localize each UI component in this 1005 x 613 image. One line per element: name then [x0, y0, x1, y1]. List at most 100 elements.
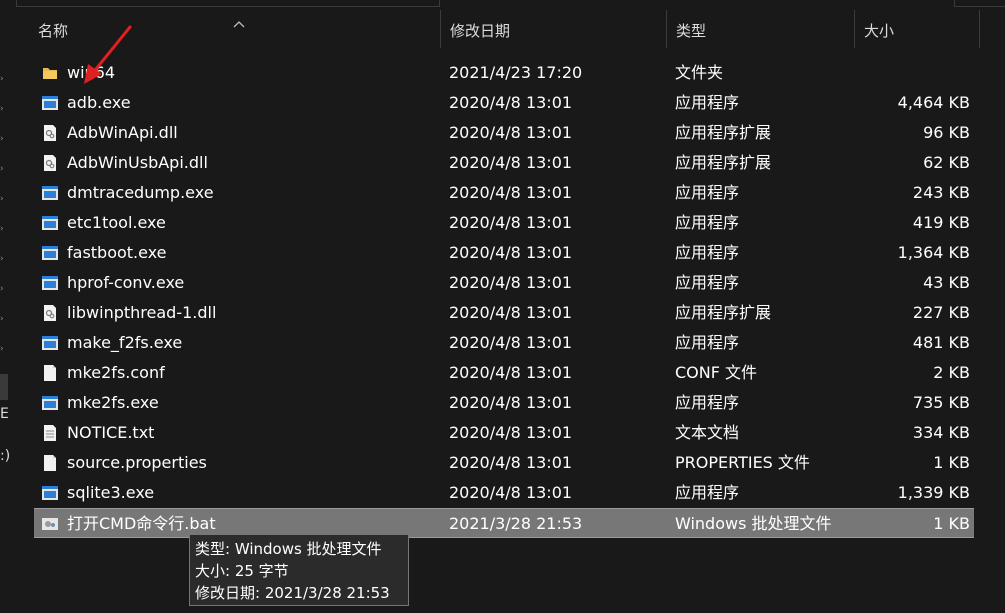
- file-name: AdbWinUsbApi.dll: [67, 153, 208, 172]
- nav-expand-chevron-icon[interactable]: ›: [0, 314, 6, 324]
- file-modified: 2021/4/23 17:20: [449, 63, 583, 82]
- nav-selected-item[interactable]: [0, 374, 8, 400]
- file-row[interactable]: mke2fs.conf 2020/4/8 13:01 CONF 文件 2 KB: [34, 358, 974, 388]
- file-modified: 2020/4/8 13:01: [449, 243, 573, 262]
- file-type: 应用程序: [675, 333, 740, 352]
- top-toolbar-edge: [16, 0, 440, 7]
- file-row[interactable]: 打开CMD命令行.bat 2021/3/28 21:53 Windows 批处理文件…: [34, 508, 974, 538]
- file-name: etc1tool.exe: [67, 213, 166, 232]
- file-info-tooltip: 类型: Windows 批处理文件 大小: 25 字节 修改日期: 2021/3…: [189, 534, 409, 606]
- file-modified: 2020/4/8 13:01: [449, 93, 573, 112]
- file-size: 227 KB: [912, 303, 970, 322]
- file-row[interactable]: sqlite3.exe 2020/4/8 13:01 应用程序 1,339 KB: [34, 478, 974, 508]
- file-type: 应用程序: [675, 183, 740, 202]
- tooltip-modified: 修改日期: 2021/3/28 21:53: [195, 584, 390, 602]
- nav-expand-chevron-icon[interactable]: ›: [0, 224, 6, 234]
- file-explorer-window: E :) ›››››››››› 名称 修改日期 类型 大小 win642021/…: [0, 0, 1005, 613]
- file-type: 应用程序扩展: [675, 123, 772, 142]
- file-row[interactable]: NOTICE.txt 2020/4/8 13:01 文本文档 334 KB: [34, 418, 974, 448]
- file-type: Windows 批处理文件: [675, 514, 832, 533]
- file-type: 应用程序: [675, 93, 740, 112]
- file-name: AdbWinApi.dll: [67, 123, 178, 142]
- file-type: 文件夹: [675, 63, 724, 82]
- search-box-edge[interactable]: [954, 0, 1005, 7]
- column-header-modified[interactable]: 修改日期: [440, 10, 666, 48]
- nav-expand-chevron-icon[interactable]: ›: [0, 194, 6, 204]
- file-name: make_f2fs.exe: [67, 333, 183, 352]
- file-row[interactable]: mke2fs.exe 2020/4/8 13:01 应用程序 735 KB: [34, 388, 974, 418]
- file-type: 应用程序扩展: [675, 303, 772, 322]
- nav-expand-chevron-icon[interactable]: ›: [0, 74, 6, 84]
- file-name: mke2fs.exe: [67, 393, 159, 412]
- file-modified: 2020/4/8 13:01: [449, 333, 573, 352]
- nav-expand-chevron-icon[interactable]: ›: [0, 284, 6, 294]
- file-row[interactable]: win642021/4/23 17:20文件夹: [34, 58, 974, 88]
- file-modified: 2020/4/8 13:01: [449, 423, 573, 442]
- file-row[interactable]: AdbWinApi.dll 2020/4/8 13:01 应用程序扩展 96 KB: [34, 118, 974, 148]
- file-modified: 2020/4/8 13:01: [449, 363, 573, 382]
- file-modified: 2020/4/8 13:01: [449, 123, 573, 142]
- file-size: 735 KB: [912, 393, 970, 412]
- file-row[interactable]: make_f2fs.exe 2020/4/8 13:01 应用程序 481 KB: [34, 328, 974, 358]
- tooltip-size: 大小: 25 字节: [195, 562, 289, 580]
- column-header-type[interactable]: 类型: [666, 10, 854, 48]
- file-size: 4,464 KB: [897, 93, 970, 112]
- file-name: source.properties: [67, 453, 207, 472]
- file-name: libwinpthread-1.dll: [67, 303, 217, 322]
- navigation-pane[interactable]: E :) › › › › › › › › › ›: [0, 0, 14, 613]
- nav-expand-chevron-icon[interactable]: ›: [0, 254, 6, 264]
- file-name: hprof-conv.exe: [67, 273, 185, 292]
- nav-expand-chevron-icon[interactable]: ›: [0, 104, 6, 114]
- file-name: fastboot.exe: [67, 243, 167, 262]
- file-size: 481 KB: [912, 333, 970, 352]
- nav-item-fragment[interactable]: :): [0, 448, 10, 464]
- file-size: 62 KB: [923, 153, 970, 172]
- file-type: CONF 文件: [675, 363, 758, 382]
- file-row[interactable]: etc1tool.exe 2020/4/8 13:01 应用程序 419 KB: [34, 208, 974, 238]
- file-type: 应用程序: [675, 393, 740, 412]
- file-row[interactable]: AdbWinUsbApi.dll 2020/4/8 13:01 应用程序扩展 62 K…: [34, 148, 974, 178]
- file-row[interactable]: hprof-conv.exe 2020/4/8 13:01 应用程序 43 KB: [34, 268, 974, 298]
- file-modified: 2020/4/8 13:01: [449, 273, 573, 292]
- file-size: 43 KB: [923, 273, 970, 292]
- file-row[interactable]: adb.exe 2020/4/8 13:01 应用程序 4,464 KB: [34, 88, 974, 118]
- file-type: 文本文档: [675, 423, 740, 442]
- file-modified: 2021/3/28 21:53: [449, 514, 583, 533]
- file-type: 应用程序: [675, 273, 740, 292]
- nav-expand-chevron-icon[interactable]: ›: [0, 164, 6, 174]
- tooltip-type: 类型: Windows 批处理文件: [195, 540, 382, 558]
- file-row[interactable]: dmtracedump.exe 2020/4/8 13:01 应用程序 243 KB: [34, 178, 974, 208]
- file-modified: 2020/4/8 13:01: [449, 303, 573, 322]
- file-row[interactable]: libwinpthread-1.dll 2020/4/8 13:01 应用程序扩展 2…: [34, 298, 974, 328]
- file-modified: 2020/4/8 13:01: [449, 483, 573, 502]
- file-modified: 2020/4/8 13:01: [449, 153, 573, 172]
- file-size: 1 KB: [933, 453, 970, 472]
- annotation-arrow-icon: [84, 25, 132, 84]
- file-name: mke2fs.conf: [67, 363, 165, 382]
- file-size: 96 KB: [923, 123, 970, 142]
- file-name: adb.exe: [67, 93, 131, 112]
- column-header: 名称 修改日期 类型 大小: [14, 10, 980, 48]
- file-type: PROPERTIES 文件: [675, 453, 810, 472]
- file-modified: 2020/4/8 13:01: [449, 393, 573, 412]
- file-size: 1 KB: [933, 514, 970, 533]
- file-size: 243 KB: [912, 183, 970, 202]
- file-name: dmtracedump.exe: [67, 183, 214, 202]
- column-header-size[interactable]: 大小: [854, 10, 979, 48]
- nav-expand-chevron-icon[interactable]: ›: [0, 344, 6, 354]
- file-size: 334 KB: [912, 423, 970, 442]
- file-modified: 2020/4/8 13:01: [449, 213, 573, 232]
- file-type: 应用程序: [675, 483, 740, 502]
- column-divider[interactable]: [979, 10, 980, 48]
- file-size: 1,339 KB: [897, 483, 970, 502]
- file-row[interactable]: fastboot.exe 2020/4/8 13:01 应用程序 1,364 KB: [34, 238, 974, 268]
- file-size: 1,364 KB: [897, 243, 970, 262]
- file-name: NOTICE.txt: [67, 423, 155, 442]
- file-row[interactable]: source.properties 2020/4/8 13:01 PROPERTIE…: [34, 448, 974, 478]
- nav-item-fragment[interactable]: E: [0, 406, 9, 422]
- file-type: 应用程序: [675, 243, 740, 262]
- nav-expand-chevron-icon[interactable]: ›: [0, 134, 6, 144]
- file-type: 应用程序: [675, 213, 740, 232]
- file-name: sqlite3.exe: [67, 483, 155, 502]
- file-type: 应用程序扩展: [675, 153, 772, 172]
